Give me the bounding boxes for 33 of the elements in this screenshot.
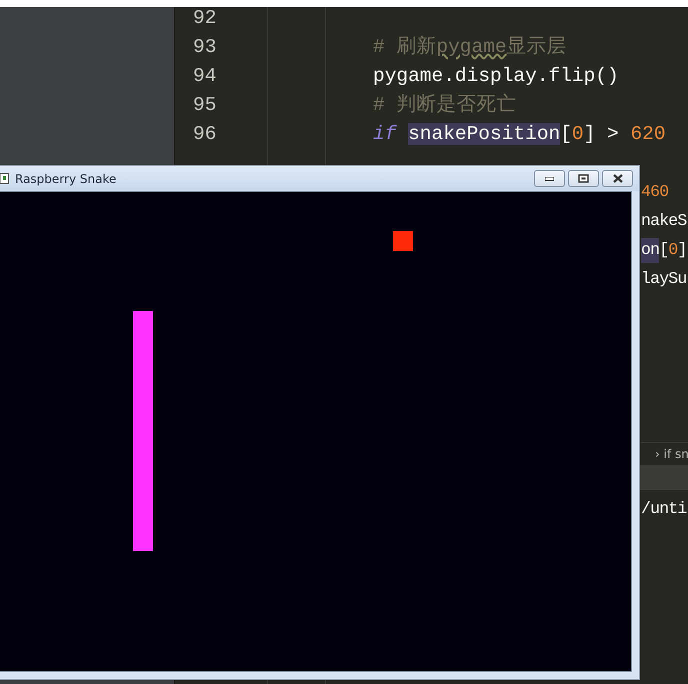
code-highlight: snakePosition bbox=[408, 122, 560, 145]
close-button[interactable] bbox=[602, 170, 633, 187]
code-text: laySu bbox=[641, 268, 687, 290]
line-number: 92 bbox=[193, 7, 216, 29]
code-number: 0 bbox=[668, 239, 678, 262]
code-number: 460 bbox=[641, 181, 668, 204]
code-text: nakeS bbox=[641, 210, 687, 232]
code-text: [ bbox=[560, 122, 572, 145]
window-title: Raspberry Snake bbox=[15, 170, 118, 188]
console-text: /unti bbox=[641, 498, 687, 520]
maximize-button[interactable] bbox=[568, 170, 599, 187]
line-number: 95 bbox=[193, 94, 216, 116]
restore-icon bbox=[578, 174, 589, 183]
code-comment: 显示层 bbox=[506, 36, 567, 58]
food-square bbox=[393, 231, 413, 251]
minimize-button[interactable] bbox=[534, 170, 565, 187]
close-icon bbox=[612, 174, 624, 183]
code-text: ] bbox=[677, 239, 687, 262]
code-text: [ bbox=[659, 239, 668, 262]
code-keyword: if bbox=[373, 122, 396, 145]
code-text: ] > bbox=[584, 122, 620, 145]
code-comment: pygame bbox=[436, 36, 507, 58]
code-comment: # 刷新 bbox=[373, 36, 436, 58]
code-text: pygame.display.flip() bbox=[373, 64, 619, 87]
line-number: 93 bbox=[193, 36, 216, 58]
app-icon bbox=[0, 173, 9, 184]
line-number: 94 bbox=[193, 64, 216, 87]
minimize-icon bbox=[545, 176, 554, 180]
code-comment: # 判断是否死亡 bbox=[373, 94, 516, 116]
line-number: 96 bbox=[193, 122, 216, 145]
code-number: 620 bbox=[630, 122, 666, 145]
code-number: 0 bbox=[572, 122, 584, 145]
code-highlight: on bbox=[641, 238, 660, 263]
